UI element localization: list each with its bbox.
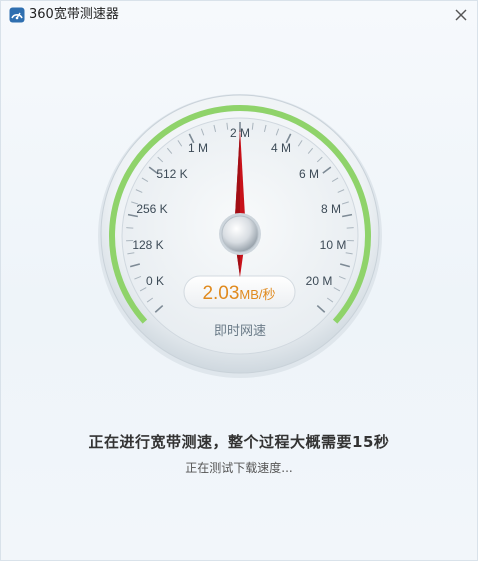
gauge-caption: 即时网速 — [214, 324, 266, 339]
speed-readout: 2.03MB/秒 — [202, 283, 275, 304]
close-icon[interactable] — [451, 5, 471, 25]
scale-label: 8 M — [321, 202, 341, 216]
minor-tick — [126, 227, 134, 229]
app-logo-icon — [9, 7, 25, 23]
minor-tick — [346, 227, 354, 229]
speed-value: 2.03 — [202, 283, 239, 304]
scale-label: 256 K — [136, 202, 167, 216]
window-title: 360宽带测速器 — [29, 7, 119, 22]
speed-test-window: 360宽带测速器 0 K 128 K 256 K 512 K 1 M 2 M 4… — [0, 0, 478, 561]
scale-label: 0 K — [146, 274, 164, 288]
needle-hub — [221, 215, 259, 253]
status-message: 正在进行宽带测速，整个过程大概需要15秒 — [88, 433, 390, 451]
scale-label: 128 K — [132, 238, 163, 252]
scale-label: 10 M — [320, 238, 347, 252]
scale-label: 512 K — [156, 167, 187, 181]
scale-label: 4 M — [271, 141, 291, 155]
title-bar[interactable]: 360宽带测速器 — [1, 1, 477, 29]
speed-unit: MB/秒 — [239, 287, 275, 302]
speed-gauge: 0 K 128 K 256 K 512 K 1 M 2 M 4 M 6 M 8 … — [98, 94, 382, 378]
scale-label: 6 M — [299, 167, 319, 181]
status-detail: 正在测试下载速度... — [185, 461, 293, 475]
scale-label: 1 M — [188, 141, 208, 155]
scale-label: 20 M — [306, 274, 333, 288]
